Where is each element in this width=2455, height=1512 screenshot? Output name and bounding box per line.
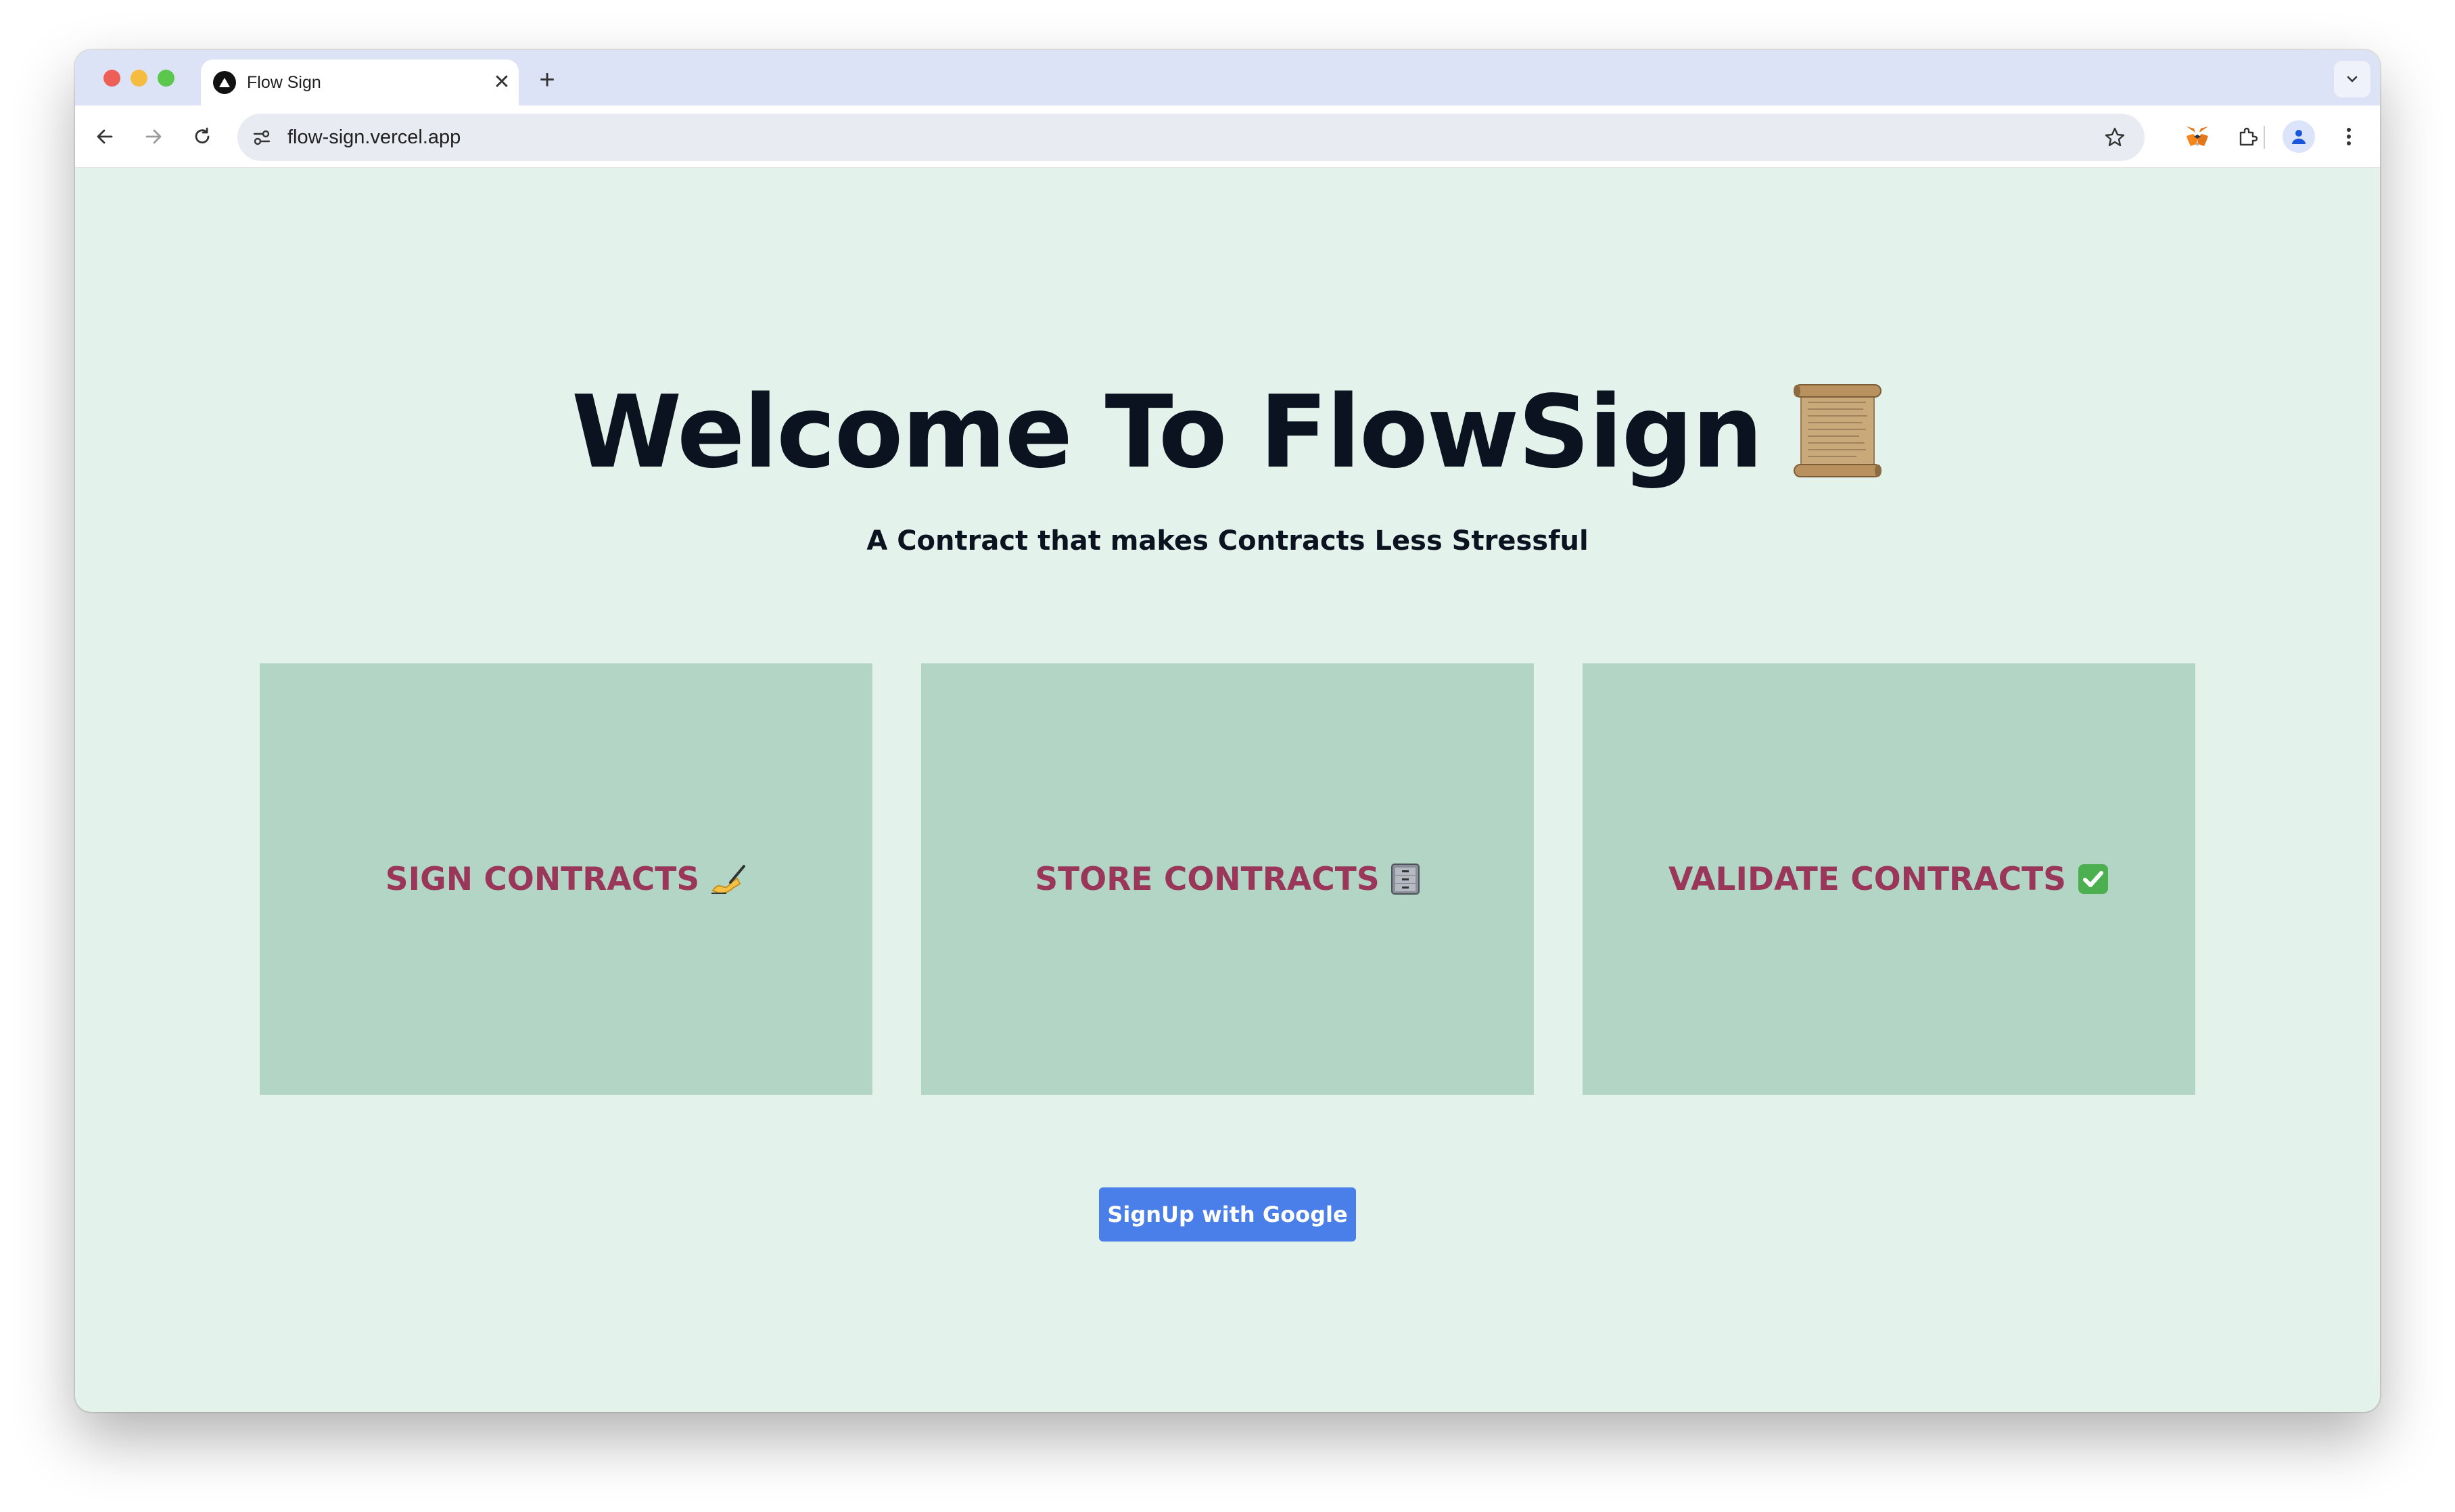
check-mark-icon — [2077, 863, 2109, 895]
browser-toolbar: flow-sign.vercel.app — [75, 105, 2380, 168]
scroll-icon — [1792, 382, 1884, 483]
bookmark-star-icon[interactable] — [2095, 117, 2135, 158]
tab-search-button[interactable] — [2334, 61, 2370, 97]
browser-menu-button[interactable] — [2330, 118, 2368, 156]
reload-button[interactable] — [183, 118, 221, 156]
feature-card-validate: VALIDATE CONTRACTS — [1583, 663, 2195, 1095]
fox-icon — [2187, 126, 2208, 146]
card-title: STORE CONTRACTS — [1035, 860, 1380, 898]
puzzle-piece-icon — [2239, 127, 2258, 146]
card-title: VALIDATE CONTRACTS — [1668, 860, 2067, 898]
hero-heading: Welcome To FlowSign — [75, 364, 2380, 500]
more-vertical-icon — [2347, 128, 2351, 145]
metamask-extension-button[interactable] — [2178, 118, 2216, 156]
tagline: A Contract that makes Contracts Less Str… — [866, 525, 1589, 557]
feature-card-store: STORE CONTRACTS — [921, 663, 1534, 1095]
triangle-logo-icon — [213, 71, 236, 94]
url-text: flow-sign.vercel.app — [287, 126, 461, 148]
chevron-down-icon — [2347, 76, 2358, 82]
forward-arrow-icon — [145, 129, 162, 144]
forward-button[interactable] — [135, 118, 172, 156]
person-icon — [2292, 130, 2306, 144]
writing-hand-icon — [710, 864, 747, 895]
maximize-window-button[interactable] — [158, 70, 174, 87]
reload-icon — [195, 127, 210, 144]
close-window-button[interactable] — [103, 70, 120, 87]
profile-avatar[interactable] — [2283, 120, 2315, 153]
page-content: Welcome To FlowSign A Contract that make… — [75, 168, 2380, 1412]
tab-close-icon[interactable]: ✕ — [485, 72, 519, 93]
new-tab-button[interactable]: + — [528, 61, 566, 99]
minimize-window-button[interactable] — [131, 70, 147, 87]
address-bar[interactable]: flow-sign.vercel.app — [237, 114, 2145, 161]
page-title: Welcome To FlowSign — [571, 374, 1763, 490]
tab-flow-sign[interactable]: Flow Sign ✕ — [201, 60, 519, 105]
toolbar-divider — [2264, 126, 2265, 149]
tab-title: Flow Sign — [247, 72, 321, 92]
back-arrow-icon — [97, 129, 113, 144]
back-button[interactable] — [86, 118, 124, 156]
feature-card-sign: SIGN CONTRACTS — [260, 663, 872, 1095]
extensions-button[interactable] — [2228, 118, 2266, 156]
browser-window: Flow Sign ✕ + flow-sign.vercel.app Welco… — [75, 50, 2380, 1412]
tab-strip: Flow Sign ✕ + — [75, 50, 2380, 105]
card-title: SIGN CONTRACTS — [385, 860, 700, 898]
file-cabinet-icon — [1390, 863, 1420, 895]
site-settings-icon[interactable] — [241, 117, 282, 158]
signup-google-button[interactable]: SignUp with Google — [1099, 1187, 1356, 1242]
